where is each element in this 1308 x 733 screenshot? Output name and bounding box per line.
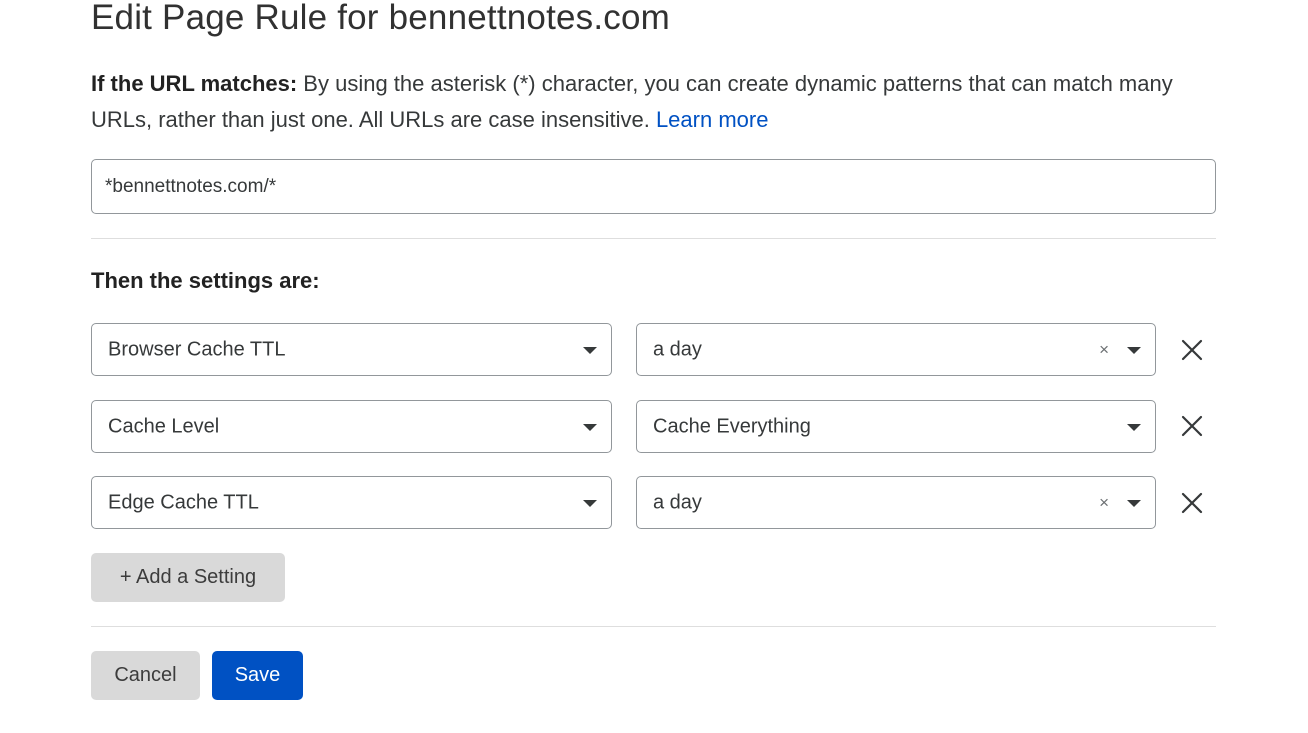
cancel-button[interactable]: Cancel xyxy=(91,651,200,700)
close-icon xyxy=(1181,339,1203,361)
setting-select[interactable]: Cache Level xyxy=(91,400,612,453)
setting-value: a day xyxy=(653,338,702,360)
remove-setting-button[interactable] xyxy=(1176,334,1208,366)
divider xyxy=(91,626,1216,627)
learn-more-link[interactable]: Learn more xyxy=(656,107,769,132)
clear-icon[interactable]: × xyxy=(1099,494,1109,511)
chevron-down-icon[interactable] xyxy=(1127,423,1141,431)
save-button[interactable]: Save xyxy=(212,651,303,700)
chevron-down-icon[interactable] xyxy=(583,499,597,507)
clear-icon[interactable]: × xyxy=(1099,341,1109,358)
chevron-down-icon[interactable] xyxy=(1127,346,1141,354)
remove-setting-button[interactable] xyxy=(1176,410,1208,442)
chevron-down-icon[interactable] xyxy=(583,346,597,354)
setting-select-value: Cache Level xyxy=(108,415,220,437)
close-icon xyxy=(1181,415,1203,437)
url-pattern-input[interactable] xyxy=(91,159,1216,214)
setting-select-value: Browser Cache TTL xyxy=(108,338,286,360)
chevron-down-icon[interactable] xyxy=(583,423,597,431)
setting-value-select[interactable]: Cache Everything xyxy=(636,400,1156,453)
url-match-label: If the URL matches: xyxy=(91,71,298,96)
setting-value-select[interactable]: a day × xyxy=(636,476,1156,529)
setting-select[interactable]: Browser Cache TTL xyxy=(91,323,612,376)
divider xyxy=(91,238,1216,239)
close-icon xyxy=(1181,492,1203,514)
chevron-down-icon[interactable] xyxy=(1127,499,1141,507)
setting-select-value: Edge Cache TTL xyxy=(108,491,259,513)
setting-value: a day xyxy=(653,491,702,513)
setting-value: Cache Everything xyxy=(653,415,811,437)
remove-setting-button[interactable] xyxy=(1176,487,1208,519)
settings-heading: Then the settings are: xyxy=(91,268,320,293)
add-setting-button[interactable]: + Add a Setting xyxy=(91,553,285,602)
setting-value-select[interactable]: a day × xyxy=(636,323,1156,376)
page-title: Edit Page Rule for bennettnotes.com xyxy=(91,0,671,37)
setting-select[interactable]: Edge Cache TTL xyxy=(91,476,612,529)
url-match-description: If the URL matches: By using the asteris… xyxy=(91,66,1216,138)
